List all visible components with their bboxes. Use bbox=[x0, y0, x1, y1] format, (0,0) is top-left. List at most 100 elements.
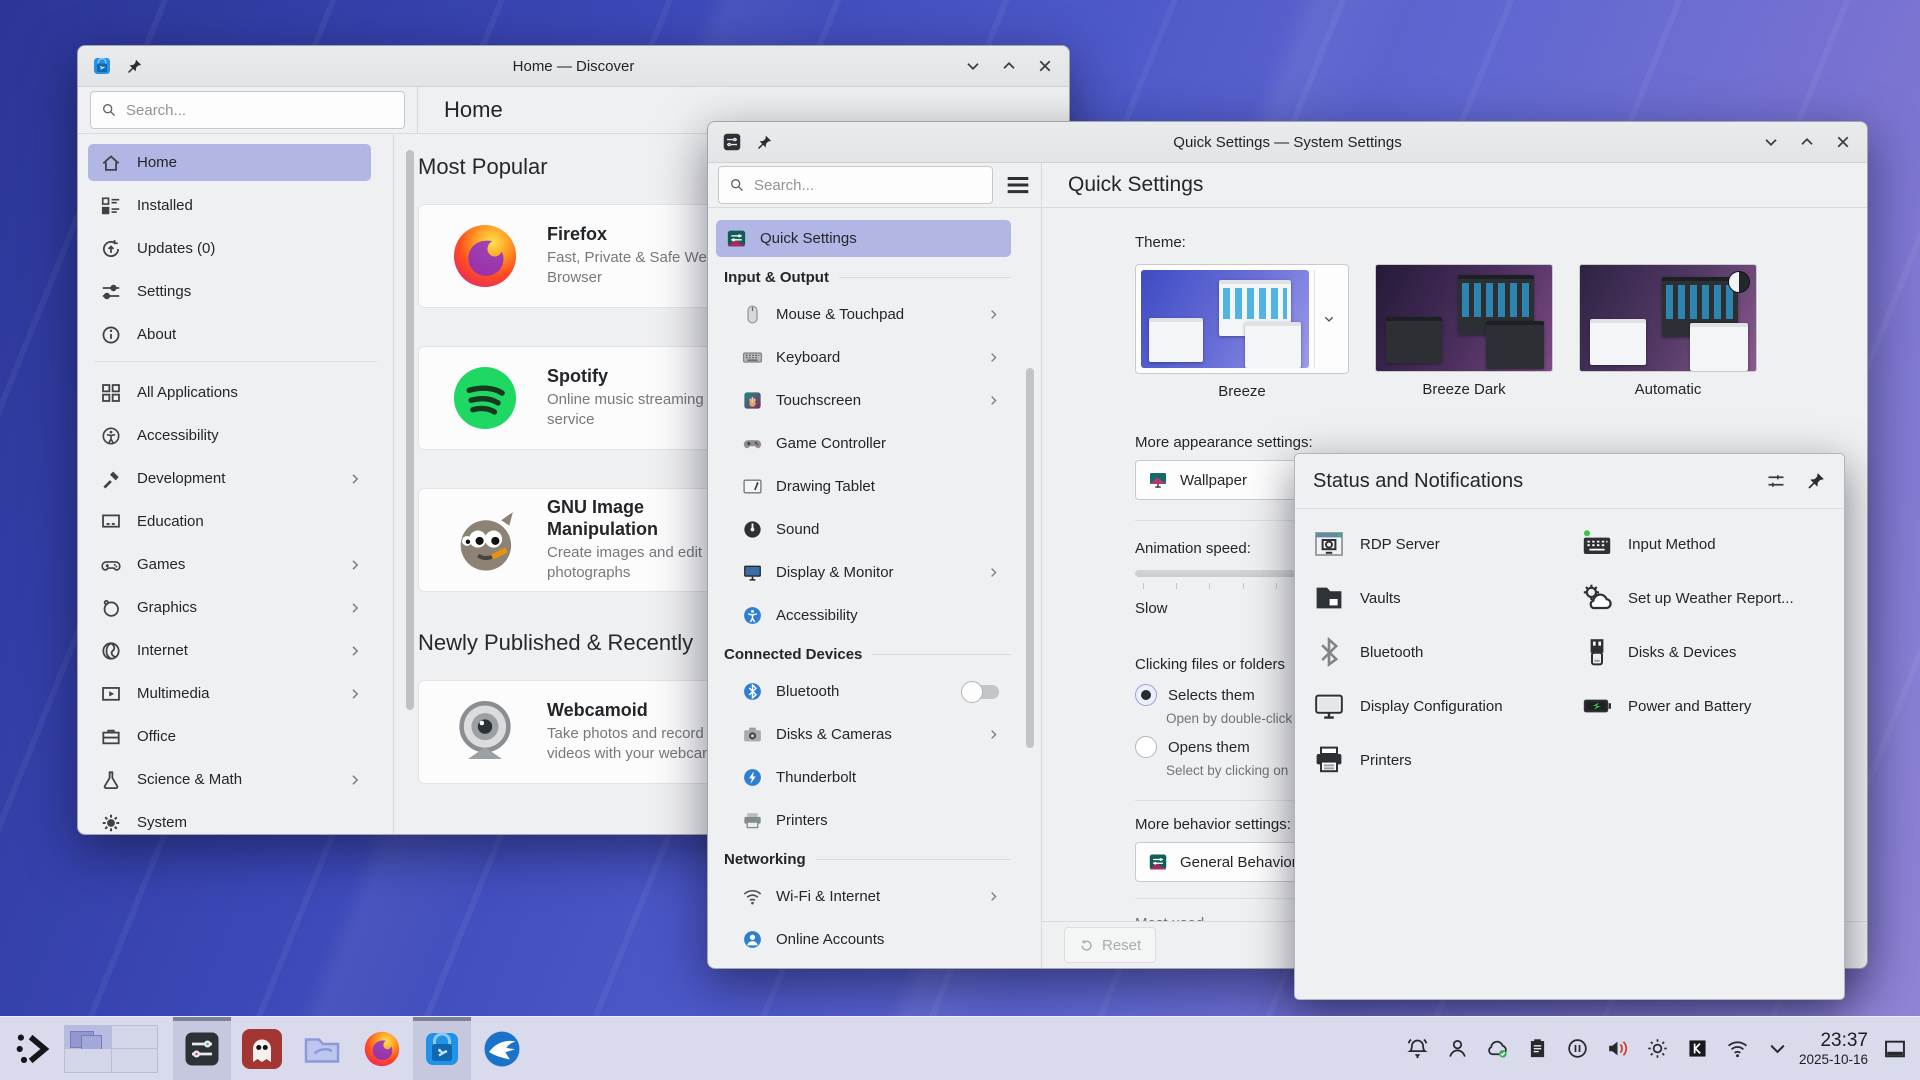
reset-button[interactable]: Reset bbox=[1064, 927, 1156, 963]
pager-desktop-2[interactable] bbox=[112, 1026, 158, 1049]
sidebar-item-mouse-touchpad[interactable]: Mouse & Touchpad bbox=[716, 296, 1011, 333]
tray-item-bluetooth[interactable]: Bluetooth bbox=[1307, 625, 1575, 679]
app-launcher-icon[interactable] bbox=[14, 1030, 52, 1068]
sidebar-item-graphics[interactable]: Graphics bbox=[88, 589, 371, 626]
radio-button-checked[interactable] bbox=[1135, 684, 1157, 706]
sidebar-item-home[interactable]: Home bbox=[88, 144, 371, 181]
sidebar-item-accessibility[interactable]: Accessibility bbox=[716, 597, 1011, 634]
sidebar-item-all-applications[interactable]: All Applications bbox=[88, 374, 371, 411]
theme-thumbnail-breeze-dark[interactable] bbox=[1375, 264, 1553, 372]
minimize-button[interactable] bbox=[1761, 132, 1781, 152]
sidebar-item-installed[interactable]: Installed bbox=[88, 187, 371, 224]
falkon-icon bbox=[482, 1029, 522, 1069]
maximize-button[interactable] bbox=[999, 56, 1019, 76]
sidebar-item-science-math[interactable]: Science & Math bbox=[88, 761, 371, 798]
clock-date: 2025-10-16 bbox=[1799, 1052, 1868, 1068]
sidebar-item-quick-settings[interactable]: Quick Settings bbox=[716, 220, 1011, 257]
sidebar-item-drawing-tablet[interactable]: Drawing Tablet bbox=[716, 468, 1011, 505]
sidebar-item-updates[interactable]: Updates (0) bbox=[88, 230, 371, 267]
sidebar-item-wifi-internet[interactable]: Wi-Fi & Internet bbox=[716, 878, 1011, 915]
close-button[interactable] bbox=[1035, 56, 1055, 76]
settings-search-input[interactable]: Search... bbox=[718, 166, 993, 204]
sidebar-item-keyboard[interactable]: Keyboard bbox=[716, 339, 1011, 376]
radio-opens-them[interactable]: Opens them bbox=[1135, 736, 1250, 758]
tray-item-vaults[interactable]: Vaults bbox=[1307, 571, 1575, 625]
task-falkon[interactable] bbox=[473, 1017, 531, 1080]
media-pause-icon[interactable] bbox=[1566, 1037, 1589, 1060]
task-ghostwriter[interactable] bbox=[233, 1017, 291, 1080]
sidebar-item-bluetooth[interactable]: Bluetooth bbox=[716, 673, 1011, 710]
configure-icon[interactable] bbox=[1766, 471, 1786, 491]
close-button[interactable] bbox=[1833, 132, 1853, 152]
theme-option-breeze-dark[interactable]: Breeze Dark bbox=[1375, 264, 1553, 398]
pager-desktop-1[interactable] bbox=[65, 1026, 111, 1049]
maximize-button[interactable] bbox=[1797, 132, 1817, 152]
pager-desktop-3[interactable] bbox=[65, 1049, 111, 1072]
sidebar-item-system[interactable]: System bbox=[88, 804, 371, 835]
settings-window-title: Quick Settings — System Settings bbox=[708, 134, 1867, 151]
sidebar-item-touchscreen[interactable]: Touchscreen bbox=[716, 382, 1011, 419]
tray-expander-icon[interactable] bbox=[1766, 1037, 1789, 1060]
tray-item-rdp-server[interactable]: RDP Server bbox=[1307, 517, 1575, 571]
scrollbar[interactable] bbox=[406, 150, 414, 710]
cloud-sync-icon[interactable] bbox=[1486, 1037, 1509, 1060]
sidebar-item-sound[interactable]: Sound bbox=[716, 511, 1011, 548]
radio-button-unchecked[interactable] bbox=[1135, 736, 1157, 758]
discover-titlebar[interactable]: Home — Discover bbox=[78, 46, 1069, 87]
sidebar-item-printers[interactable]: Printers bbox=[716, 802, 1011, 839]
task-system-settings[interactable] bbox=[173, 1017, 231, 1080]
scrollbar[interactable] bbox=[1026, 368, 1034, 748]
sidebar-item-disks-cameras[interactable]: Disks & Cameras bbox=[716, 716, 1011, 753]
keyboard-layout-icon[interactable] bbox=[1686, 1037, 1709, 1060]
user-icon[interactable] bbox=[1446, 1037, 1469, 1060]
task-discover[interactable] bbox=[413, 1017, 471, 1080]
radio-selects-them[interactable]: Selects them bbox=[1135, 684, 1255, 706]
sidebar-item-game-controller[interactable]: Game Controller bbox=[716, 425, 1011, 462]
sidebar-item-accessibility[interactable]: Accessibility bbox=[88, 417, 371, 454]
task-firefox[interactable] bbox=[353, 1017, 411, 1080]
settings-titlebar[interactable]: Quick Settings — System Settings bbox=[708, 122, 1867, 163]
tray-item-display-configuration[interactable]: Display Configuration bbox=[1307, 679, 1575, 733]
clipboard-icon[interactable] bbox=[1526, 1037, 1549, 1060]
tray-item-input-method[interactable]: Input Method bbox=[1575, 517, 1827, 571]
theme-option-automatic[interactable]: Automatic bbox=[1579, 264, 1757, 398]
wifi-icon[interactable] bbox=[1726, 1037, 1749, 1060]
sidebar-item-games[interactable]: Games bbox=[88, 546, 371, 583]
section-header-networking: Networking bbox=[724, 851, 1011, 868]
sidebar-item-display-monitor[interactable]: Display & Monitor bbox=[716, 554, 1011, 591]
sidebar-item-development[interactable]: Development bbox=[88, 460, 371, 497]
sidebar-item-office[interactable]: Office bbox=[88, 718, 371, 755]
chevron-right-icon bbox=[347, 686, 363, 702]
sidebar-item-internet[interactable]: Internet bbox=[88, 632, 371, 669]
tray-item-power-battery[interactable]: Power and Battery bbox=[1575, 679, 1827, 733]
tray-item-disks-devices[interactable]: Disks & Devices bbox=[1575, 625, 1827, 679]
theme-option-breeze[interactable]: Breeze bbox=[1135, 264, 1349, 400]
bluetooth-toggle[interactable] bbox=[963, 685, 999, 699]
pin-icon[interactable] bbox=[756, 134, 773, 151]
theme-thumbnail-automatic[interactable] bbox=[1579, 264, 1757, 372]
minimize-button[interactable] bbox=[963, 56, 983, 76]
brightness-icon[interactable] bbox=[1646, 1037, 1669, 1060]
sidebar-item-education[interactable]: Education bbox=[88, 503, 371, 540]
sidebar-item-online-accounts[interactable]: Online Accounts bbox=[716, 921, 1011, 958]
tray-item-weather[interactable]: Set up Weather Report... bbox=[1575, 571, 1827, 625]
sidebar-item-settings[interactable]: Settings bbox=[88, 273, 371, 310]
sidebar-item-thunderbolt[interactable]: Thunderbolt bbox=[716, 759, 1011, 796]
show-desktop-icon[interactable] bbox=[1882, 1036, 1908, 1062]
hamburger-menu-icon[interactable] bbox=[1003, 170, 1033, 200]
pin-icon[interactable] bbox=[126, 58, 143, 75]
volume-icon[interactable] bbox=[1606, 1037, 1629, 1060]
sidebar-item-about[interactable]: About bbox=[88, 316, 371, 353]
pin-icon[interactable] bbox=[1806, 471, 1826, 491]
digital-clock[interactable]: 23:37 2025-10-16 bbox=[1799, 1030, 1868, 1067]
tray-item-printers[interactable]: Printers bbox=[1307, 733, 1575, 787]
pager-desktop-4[interactable] bbox=[112, 1049, 158, 1072]
task-dolphin[interactable] bbox=[293, 1017, 351, 1080]
theme-thumbnail-breeze[interactable] bbox=[1141, 270, 1309, 368]
notifications-icon[interactable] bbox=[1406, 1037, 1429, 1060]
theme-dropdown-button[interactable] bbox=[1314, 270, 1343, 368]
discover-search-input[interactable]: Search... bbox=[90, 91, 405, 129]
tray-item-label: Vaults bbox=[1360, 590, 1401, 607]
virtual-desktop-pager[interactable] bbox=[64, 1025, 158, 1073]
sidebar-item-multimedia[interactable]: Multimedia bbox=[88, 675, 371, 712]
